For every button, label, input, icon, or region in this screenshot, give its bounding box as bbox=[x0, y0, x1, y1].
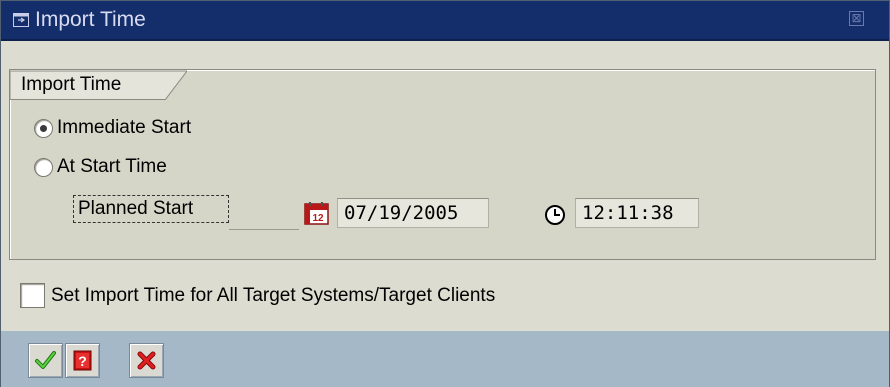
radio-button-unselected[interactable] bbox=[34, 157, 53, 177]
planned-start-time-field[interactable]: 12:11:38 bbox=[575, 198, 699, 228]
all-targets-option[interactable]: Set Import Time for All Target Systems/T… bbox=[20, 283, 495, 308]
radio-immediate-start[interactable]: Immediate Start bbox=[34, 116, 191, 140]
all-targets-label: Set Import Time for All Target Systems/T… bbox=[51, 284, 496, 306]
svg-text:?: ? bbox=[78, 353, 87, 369]
label-underline bbox=[229, 229, 299, 230]
all-targets-checkbox[interactable] bbox=[20, 283, 45, 308]
dialog-content: Import Time Immediate Start At Start Tim… bbox=[1, 41, 889, 331]
close-icon[interactable]: ⊠ bbox=[849, 11, 864, 26]
radio-at-start-time[interactable]: At Start Time bbox=[34, 155, 167, 179]
radio-label-immediate-start: Immediate Start bbox=[57, 117, 192, 138]
help-icon: ? bbox=[73, 350, 92, 371]
svg-text:12: 12 bbox=[312, 213, 324, 224]
group-title: Import Time bbox=[21, 74, 122, 95]
planned-start-date-field[interactable]: 07/19/2005 bbox=[337, 198, 489, 228]
window-title: Import Time bbox=[35, 8, 146, 31]
cancel-icon bbox=[137, 351, 156, 370]
title-bar[interactable]: Import Time ⊠ bbox=[1, 1, 889, 41]
help-button[interactable]: ? bbox=[65, 343, 100, 378]
calendar-icon[interactable]: 12 bbox=[304, 202, 329, 225]
window-menu-icon[interactable] bbox=[13, 13, 29, 27]
planned-start-label: Planned Start bbox=[73, 195, 229, 223]
checkmark-icon bbox=[35, 351, 56, 369]
clock-icon[interactable] bbox=[544, 204, 566, 226]
radio-button-selected[interactable] bbox=[34, 118, 53, 138]
import-time-dialog: Import Time ⊠ Import Time Immediate Star… bbox=[0, 0, 890, 387]
radio-label-at-start-time: At Start Time bbox=[57, 156, 167, 177]
dialog-toolbar: ? bbox=[1, 331, 889, 387]
cancel-button[interactable] bbox=[129, 343, 164, 378]
confirm-button[interactable] bbox=[28, 343, 63, 378]
